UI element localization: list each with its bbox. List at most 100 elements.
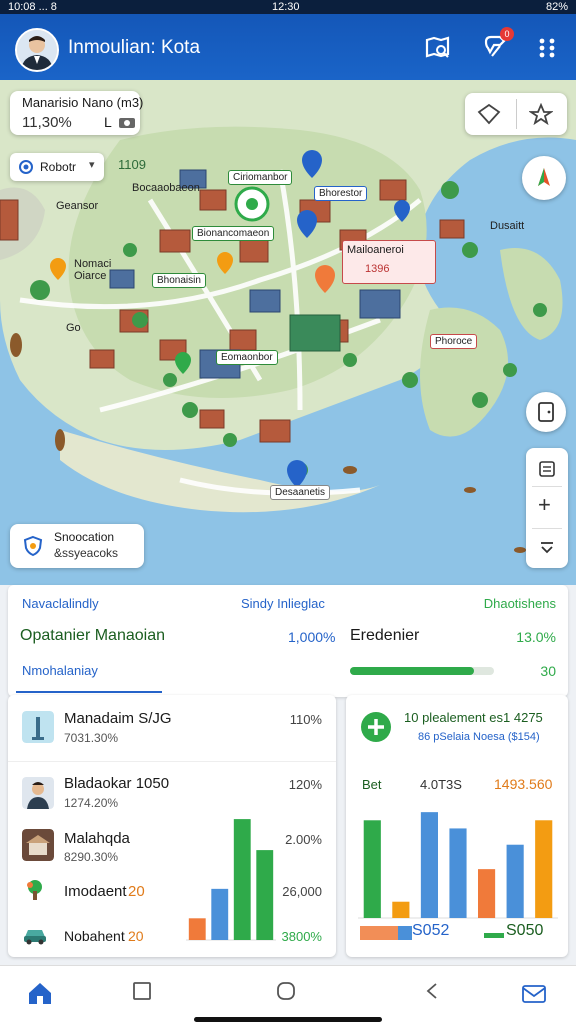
tab-label[interactable]: Nmohalaniay <box>22 663 98 678</box>
map-label: Bhorestor <box>314 186 368 201</box>
map-info-card[interactable]: Manarisio Nano (m3) 11,30% L <box>10 91 143 135</box>
map-popup[interactable]: Mailoaneroi 1396 <box>342 240 436 284</box>
map-info-suffix: L <box>104 114 112 130</box>
chart-bar <box>363 820 381 918</box>
map-label: Go <box>66 322 81 334</box>
map-filter-label: Robotr <box>40 160 77 174</box>
map-info-value: 11,30% <box>22 114 72 131</box>
progress-fill <box>350 667 474 675</box>
legend-line1: Snoocation <box>54 530 115 544</box>
list-value: 2.00% <box>285 832 322 847</box>
list-title: Imodaent <box>64 883 127 900</box>
map-label: Phoroce <box>430 334 478 349</box>
list-thumb-tree <box>27 880 42 900</box>
list-sub: 7031.30% <box>64 731 119 745</box>
metric2-value: 13.0% <box>516 629 556 645</box>
zoom-out-icon[interactable] <box>538 540 556 554</box>
chart-bar <box>211 888 229 940</box>
bottom-nav <box>0 965 576 1025</box>
chart-bar <box>392 901 410 918</box>
metric1-label: Opatanier Manaoian <box>20 627 165 644</box>
footer-bar-blue <box>398 926 412 940</box>
tab-indicator <box>16 691 162 693</box>
chart-bar <box>233 819 251 940</box>
chevron-down-icon: ▾ <box>89 159 95 171</box>
list-title: Nobahent <box>64 928 125 944</box>
chart-col2: 4.0T3S <box>420 777 462 792</box>
map-view[interactable]: Manarisio Nano (m3) 11,30% L Robotr ▾ 11… <box>0 80 576 585</box>
chart-bar <box>535 820 553 918</box>
list-value: 3800% <box>281 929 322 944</box>
map-search-icon[interactable] <box>422 32 452 62</box>
nav-home[interactable] <box>20 980 60 1010</box>
chart-card: 10 plealement es1 4275 86 pSelaia Noesa … <box>346 695 568 957</box>
status-battery: 82% <box>545 1 568 13</box>
list-num: 20 <box>128 883 145 900</box>
app-bar: Inmoulian: Kota 0 <box>0 14 576 80</box>
status-time: 12:30 <box>272 1 300 13</box>
zoom-controls: + <box>526 448 568 568</box>
map-filter-dropdown[interactable]: Robotr ▾ <box>10 153 104 181</box>
square-icon <box>133 982 151 1000</box>
compass-icon <box>538 168 550 186</box>
add-icon[interactable] <box>360 711 392 743</box>
list-title: Malahqda <box>64 830 130 847</box>
more-icon[interactable] <box>532 32 562 62</box>
chart-bar <box>420 812 438 918</box>
list-sub: 8290.30% <box>64 850 119 864</box>
metric1-value: 1,000% <box>288 629 336 645</box>
list-title: Manadaim S/JG <box>64 710 172 727</box>
chart-bar <box>478 869 496 918</box>
map-label: Dusaitt <box>490 220 525 232</box>
map-tools <box>465 93 567 135</box>
nav-square[interactable] <box>122 980 162 1010</box>
chart-bar <box>188 918 206 940</box>
map-label: Bocaaobaeon <box>132 182 200 194</box>
metric2-label: Eredenier <box>350 627 420 644</box>
zoom-divider <box>532 486 562 487</box>
list-thumb-tower <box>22 711 54 743</box>
compass-button[interactable] <box>522 156 566 200</box>
list-card: Manadaim S/JG 7031.30% 110% Bladaokar 10… <box>8 695 336 957</box>
home-icon <box>29 983 51 1004</box>
progress-bar <box>350 667 494 675</box>
map-label: Ciriomanbor <box>228 170 293 185</box>
layers-icon[interactable] <box>477 103 501 125</box>
panel-header-right: Dhaotishens <box>483 596 556 611</box>
bar-chart <box>358 812 558 919</box>
nav-back[interactable] <box>412 980 452 1010</box>
nav-circle[interactable] <box>266 980 306 1010</box>
progress-value: 30 <box>540 663 556 679</box>
zoom-divider <box>532 528 562 529</box>
nav-mail[interactable] <box>514 980 554 1010</box>
door-button[interactable] <box>526 392 566 432</box>
list-value: 120% <box>288 777 322 792</box>
list-num: 20 <box>128 928 144 944</box>
notification-badge: 0 <box>500 27 514 41</box>
layers-toggle-icon[interactable] <box>538 460 556 478</box>
chart-col3: 1493.560 <box>494 776 553 792</box>
circle-icon <box>277 982 295 1000</box>
stats-panel: Navaclalindly Sindy Inlieglac Dhaotishen… <box>8 585 568 697</box>
back-icon <box>426 983 437 999</box>
list-thumb-building <box>22 829 54 861</box>
list-value: 26,000 <box>282 884 322 899</box>
chart-bar <box>449 828 467 918</box>
door-icon <box>538 402 554 422</box>
list-value: 110% <box>289 712 322 727</box>
map-legend-card[interactable]: Snoocation &ssyeacoks <box>10 524 144 568</box>
panel-header-center: Sindy Inlieglac <box>241 596 325 611</box>
map-label: Geansor <box>56 200 99 212</box>
list-thumb-car <box>24 930 46 945</box>
camera-icon <box>119 118 135 128</box>
chart-card-sub: 86 pSelaia Noesa ($154) <box>418 731 540 743</box>
app-title: Inmoulian: Kota <box>68 37 201 58</box>
star-icon[interactable] <box>529 103 553 125</box>
status-bar: 10:08 ... 8 12:30 82% <box>0 0 576 14</box>
chart-foot1: S052 <box>412 922 450 939</box>
avatar[interactable] <box>15 28 59 72</box>
map-filter-value: 1109 <box>118 157 146 172</box>
zoom-in-icon[interactable]: + <box>538 494 551 516</box>
list-title: Bladaokar 1050 <box>64 775 170 792</box>
map-label: Desaanetis <box>270 485 331 500</box>
